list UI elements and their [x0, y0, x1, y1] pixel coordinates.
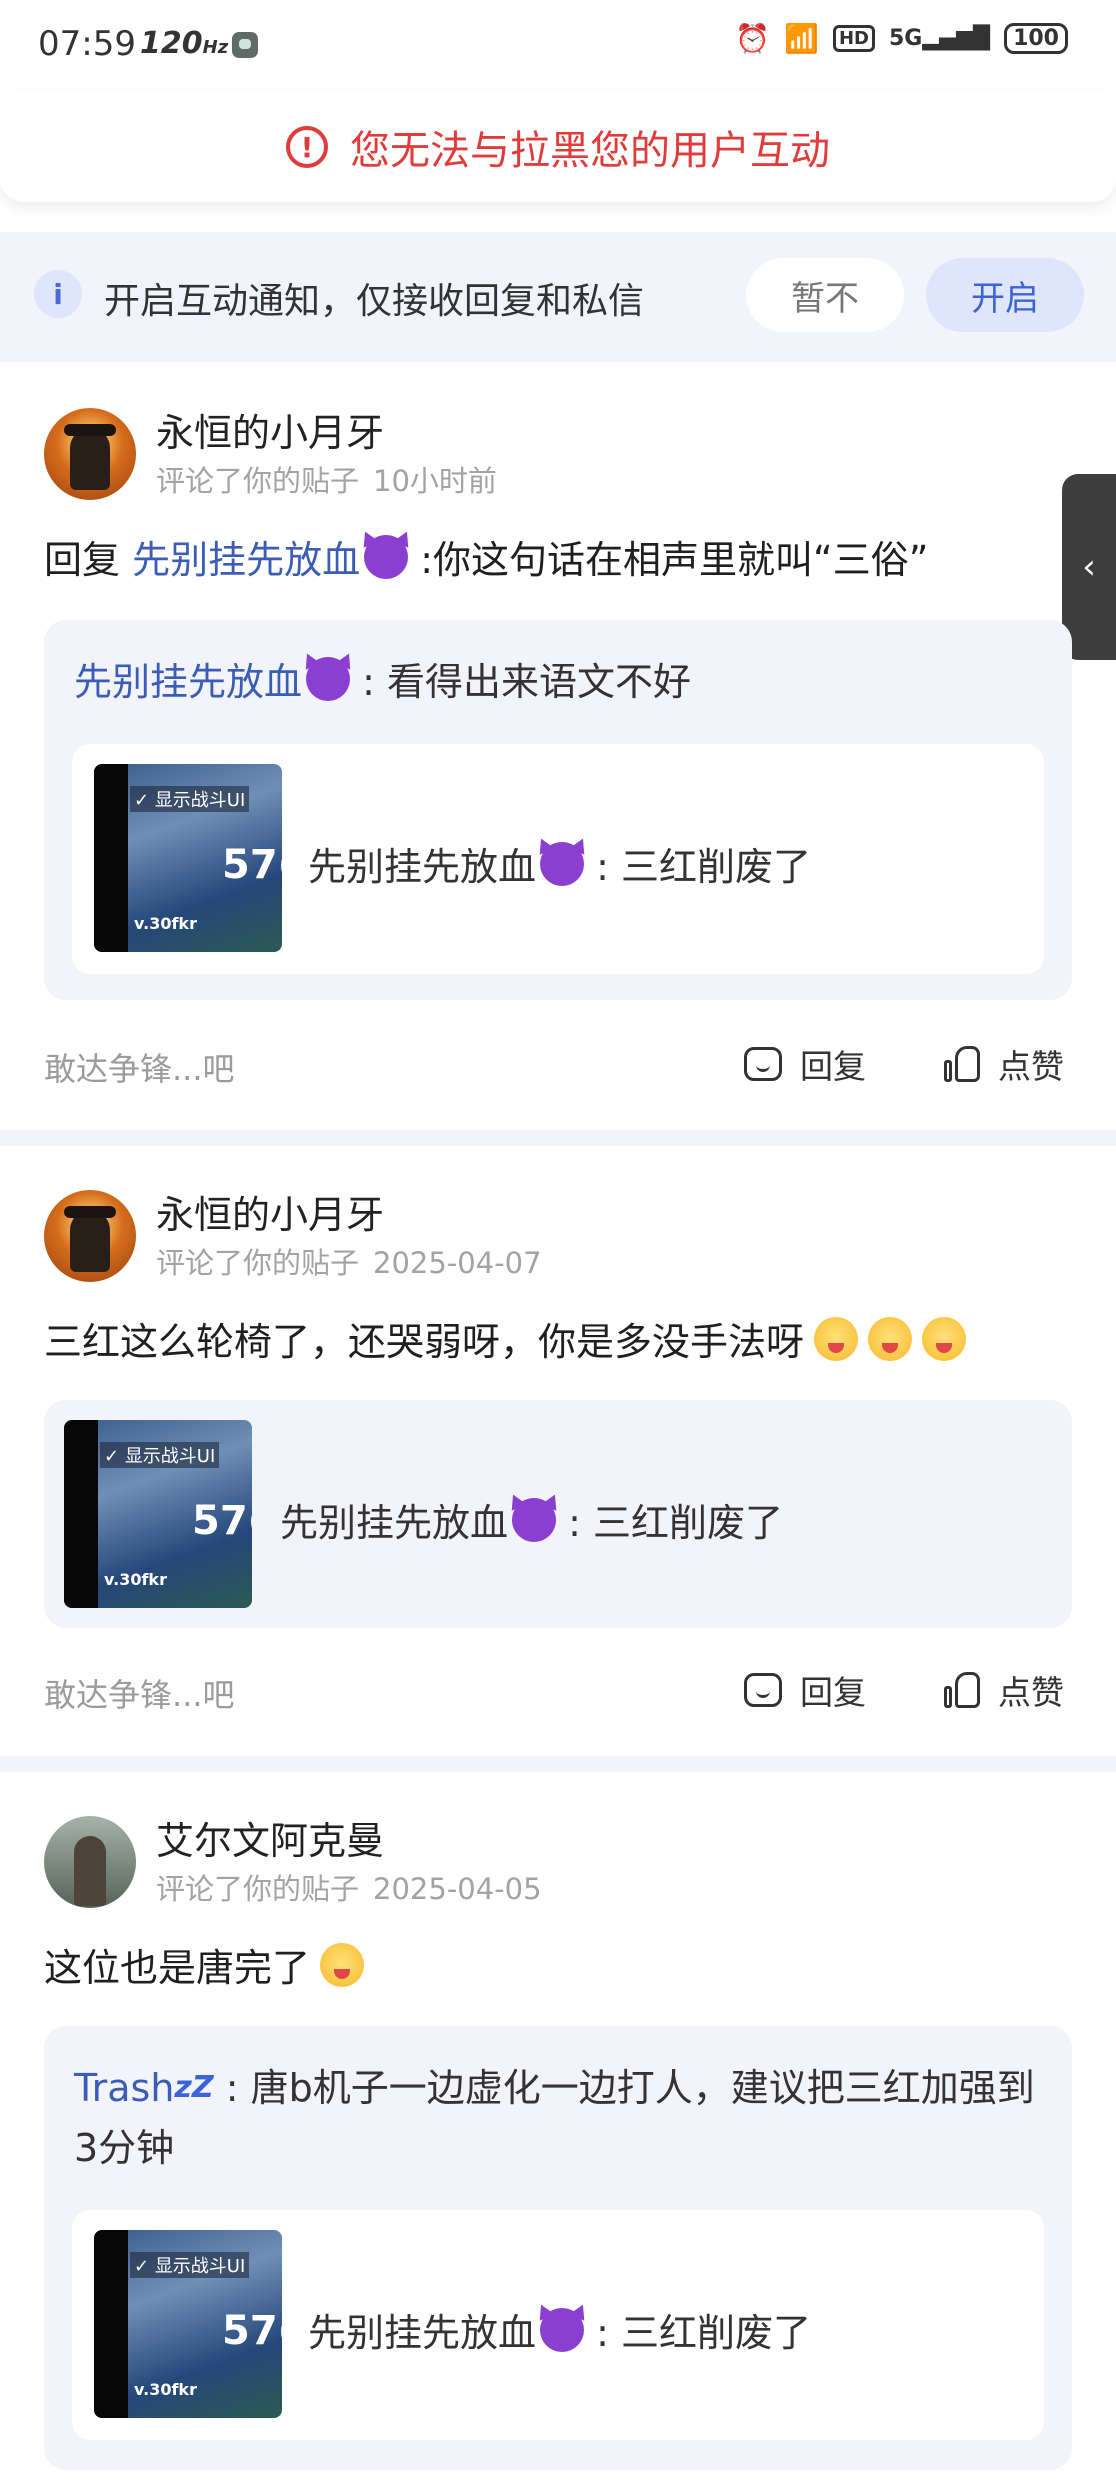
yum-emoji-icon	[868, 1317, 913, 1361]
quoted-comment[interactable]: TrashzZ : 唐b机子一边虚化一边打人，建议把三红加强到3分钟 显示战斗U…	[44, 2026, 1072, 2470]
block-warning-text: 您无法与拉黑您的用户互动	[350, 128, 830, 174]
sleep-emoji-icon: zZ	[174, 2070, 214, 2105]
app-notification-icon	[232, 32, 258, 58]
devil-emoji-icon	[512, 1498, 557, 1542]
block-warning-banner: ! 您无法与拉黑您的用户互动	[0, 92, 1116, 202]
comment-meta: 评论了你的贴子 2025-04-05	[156, 1872, 542, 1906]
status-bar: 07:59 120Hz ⏰ 📶 HD 5G▂▄▆█ 100	[0, 0, 1116, 92]
thumbs-up-icon	[944, 1672, 980, 1708]
forum-name[interactable]: 敢达争锋...吧	[44, 1670, 235, 1716]
username[interactable]: 永恒的小月牙	[156, 402, 384, 457]
divider	[0, 1756, 1116, 1772]
like-button[interactable]: 点赞	[944, 1034, 1064, 1094]
yum-emoji-icon	[814, 1317, 859, 1361]
reply-button[interactable]: 回复	[744, 1660, 866, 1720]
quoted-user-link[interactable]: Trash	[74, 2066, 174, 2110]
yum-emoji-icon	[922, 1317, 967, 1361]
post-card[interactable]: 显示战斗UI 57( v.30fkr 先别挂先放血 : 三红削废了	[72, 2210, 1044, 2440]
devil-emoji-icon	[306, 657, 351, 701]
quoted-user-link[interactable]: 先别挂先放血	[74, 660, 302, 704]
yum-emoji-icon	[320, 1943, 365, 1987]
quoted-comment-text: 先别挂先放血 : 看得出来语文不好	[74, 652, 1054, 712]
alarm-icon: ⏰	[735, 22, 771, 55]
reply-icon	[744, 1673, 782, 1707]
post-card-text: 先别挂先放血 : 三红削废了	[308, 836, 811, 891]
comment-meta: 评论了你的贴子 2025-04-07	[156, 1246, 542, 1280]
devil-emoji-icon	[540, 2308, 585, 2352]
comment-meta: 评论了你的贴子 10小时前	[156, 464, 497, 498]
thumbs-up-icon	[944, 1046, 980, 1082]
post-card-text: 先别挂先放血 : 三红削废了	[280, 1492, 783, 1547]
info-icon: i	[34, 270, 82, 318]
quoted-post[interactable]: 显示战斗UI 57( v.30fkr 先别挂先放血 : 三红削废了	[44, 1400, 1072, 1628]
post-thumbnail: 显示战斗UI 57( v.30fkr	[64, 1420, 252, 1608]
hd-icon: HD	[832, 25, 875, 52]
username[interactable]: 艾尔文阿克曼	[156, 1810, 384, 1865]
wifi-icon: 📶	[784, 22, 819, 55]
avatar[interactable]	[44, 1816, 136, 1908]
not-now-button[interactable]: 暂不	[746, 258, 904, 332]
post-card[interactable]: 显示战斗UI 57( v.30fkr 先别挂先放血 : 三红削废了	[72, 744, 1044, 974]
signal-icon: 5G▂▄▆█	[889, 26, 991, 51]
action-row: 敢达争锋...吧 回复 点赞	[44, 1660, 1072, 1720]
reply-target-link[interactable]: 先别挂先放血	[132, 538, 360, 582]
reply-button[interactable]: 回复	[744, 1034, 866, 1094]
devil-emoji-icon	[540, 842, 585, 886]
divider	[0, 1130, 1116, 1146]
status-time: 07:59	[38, 24, 136, 64]
devil-emoji-icon	[364, 535, 409, 579]
comment-text[interactable]: 三红这么轮椅了，还哭弱呀，你是多没手法呀	[44, 1312, 967, 1372]
post-thumbnail: 显示战斗UI 57( v.30fkr	[94, 764, 282, 952]
quoted-comment[interactable]: 先别挂先放血 : 看得出来语文不好 显示战斗UI 57( v.30fkr 先别挂…	[44, 620, 1072, 1000]
username[interactable]: 永恒的小月牙	[156, 1184, 384, 1239]
post-thumbnail: 显示战斗UI 57( v.30fkr	[94, 2230, 282, 2418]
forum-name[interactable]: 敢达争锋...吧	[44, 1044, 235, 1090]
post-card-text: 先别挂先放血 : 三红削废了	[308, 2302, 811, 2357]
refresh-rate: 120Hz	[140, 26, 229, 61]
reply-icon	[744, 1047, 782, 1081]
post-card[interactable]: 显示战斗UI 57( v.30fkr 先别挂先放血 : 三红削废了	[64, 1400, 1052, 1630]
comment-text[interactable]: 这位也是唐完了	[44, 1938, 365, 1998]
comment-text[interactable]: 回复 先别挂先放血 :你这句话在相声里就叫“三俗”	[44, 530, 928, 590]
quoted-comment-text: TrashzZ : 唐b机子一边虚化一边打人，建议把三红加强到3分钟	[74, 2058, 1054, 2178]
like-button[interactable]: 点赞	[944, 1660, 1064, 1720]
action-row: 敢达争锋...吧 回复 点赞	[44, 1034, 1072, 1094]
enable-notify-button[interactable]: 开启	[926, 258, 1084, 332]
avatar[interactable]	[44, 408, 136, 500]
warning-icon: !	[286, 126, 328, 168]
battery-icon: 100	[1004, 23, 1068, 54]
status-icons: ⏰ 📶 HD 5G▂▄▆█ 100	[735, 22, 1068, 55]
notify-prompt-text: 开启互动通知，仅接收回复和私信	[104, 281, 645, 322]
chevron-left-icon: ‹	[1082, 547, 1096, 587]
avatar[interactable]	[44, 1190, 136, 1282]
